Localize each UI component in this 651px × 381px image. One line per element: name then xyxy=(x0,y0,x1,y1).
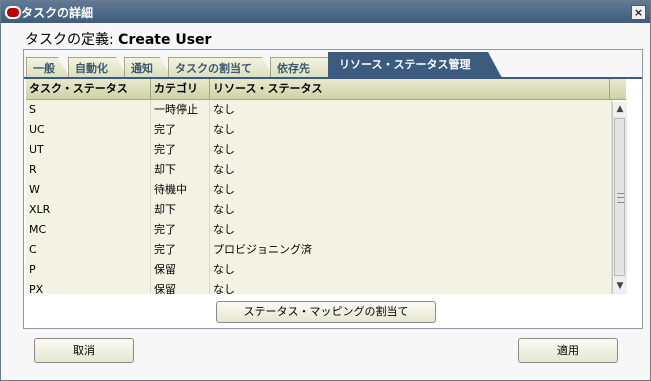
apply-button[interactable]: 適用 xyxy=(518,338,618,363)
task-status-cell: MC xyxy=(26,220,151,240)
resource-status-cell: なし xyxy=(210,160,612,180)
resource-status-cell: なし xyxy=(210,280,612,294)
task-status-cell: UC xyxy=(26,120,151,140)
table-row[interactable]: MC 完了 なし xyxy=(26,220,612,241)
task-status-cell: UT xyxy=(26,140,151,160)
table-row[interactable]: P 保留 なし xyxy=(26,260,612,281)
table-row[interactable]: UT 完了 なし xyxy=(26,140,612,161)
category-cell: 保留 xyxy=(151,280,210,294)
tab-general[interactable]: 一般 xyxy=(26,57,70,78)
task-status-cell: R xyxy=(26,160,151,180)
tab-automation[interactable]: 自動化 xyxy=(68,57,128,78)
scroll-thumb[interactable] xyxy=(614,118,625,276)
category-cell: 一時停止 xyxy=(151,100,210,120)
table-row[interactable]: R 却下 なし xyxy=(26,160,612,181)
task-status-cell: C xyxy=(26,240,151,260)
close-button[interactable]: × xyxy=(631,5,646,20)
task-definition-label: タスクの定義: xyxy=(25,32,119,48)
column-resource-status[interactable]: リソース・ステータス xyxy=(210,79,610,99)
task-status-cell: S xyxy=(26,100,151,120)
table-header: タスク・ステータス カテゴリ リソース・ステータス xyxy=(26,79,626,100)
table-row[interactable]: C 完了 プロビジョニング済 xyxy=(26,240,612,261)
category-cell: 完了 xyxy=(151,240,210,260)
column-task-status[interactable]: タスク・ステータス xyxy=(26,79,151,99)
category-cell: 完了 xyxy=(151,140,210,160)
tab-bar: 一般 自動化 通知 タスクの割当て 依存先 リソース・ステータス管理 xyxy=(24,50,642,79)
resource-status-cell: なし xyxy=(210,220,612,240)
category-cell: 却下 xyxy=(151,200,210,220)
status-table: タスク・ステータス カテゴリ リソース・ステータス S 一時停止 なし UC 完… xyxy=(26,79,626,294)
scroll-up-icon[interactable]: ▲ xyxy=(613,102,627,116)
resource-status-cell: なし xyxy=(210,180,612,200)
task-status-cell: P xyxy=(26,260,151,280)
oracle-logo-icon xyxy=(5,6,21,19)
table-row[interactable]: XLR 却下 なし xyxy=(26,200,612,221)
table-scrollbar[interactable]: ▲ ▼ xyxy=(612,102,627,294)
category-cell: 待機中 xyxy=(151,180,210,200)
assign-status-mapping-button[interactable]: ステータス・マッピングの割当て xyxy=(216,301,436,323)
table-row[interactable]: UC 完了 なし xyxy=(26,120,612,141)
resource-status-cell: なし xyxy=(210,260,612,280)
resource-status-cell: なし xyxy=(210,140,612,160)
title-bar: タスクの詳細 × xyxy=(1,1,650,23)
resource-status-cell: なし xyxy=(210,120,612,140)
tab-notification[interactable]: 通知 xyxy=(124,57,172,78)
task-details-dialog: タスクの詳細 × タスクの定義: Create User 一般 自動化 通知 タ… xyxy=(0,0,651,381)
table-row[interactable]: S 一時停止 なし xyxy=(26,100,612,121)
task-status-cell: XLR xyxy=(26,200,151,220)
page-title: タスクの定義: Create User xyxy=(25,29,211,49)
tab-panel: 一般 自動化 通知 タスクの割当て 依存先 リソース・ステータス管理 タスク・ス… xyxy=(23,49,643,329)
window-title: タスクの詳細 xyxy=(21,6,94,20)
task-status-cell: W xyxy=(26,180,151,200)
scroll-down-icon[interactable]: ▼ xyxy=(613,279,627,293)
scroll-grip-icon xyxy=(617,193,624,203)
task-name: Create User xyxy=(118,32,212,48)
category-cell: 却下 xyxy=(151,160,210,180)
task-status-cell: PX xyxy=(26,280,151,294)
table-row[interactable]: PX 保留 なし xyxy=(26,280,612,294)
tab-task-assignment[interactable]: タスクの割当て xyxy=(168,57,274,78)
resource-status-cell: なし xyxy=(210,200,612,220)
cancel-button[interactable]: 取消 xyxy=(34,338,134,363)
category-cell: 完了 xyxy=(151,120,210,140)
resource-status-cell: プロビジョニング済 xyxy=(210,240,612,260)
table-row[interactable]: W 待機中 なし xyxy=(26,180,612,201)
tab-resource-status[interactable]: リソース・ステータス管理 xyxy=(328,52,502,78)
category-cell: 保留 xyxy=(151,260,210,280)
resource-status-cell: なし xyxy=(210,100,612,120)
category-cell: 完了 xyxy=(151,220,210,240)
column-category[interactable]: カテゴリ xyxy=(151,79,210,99)
